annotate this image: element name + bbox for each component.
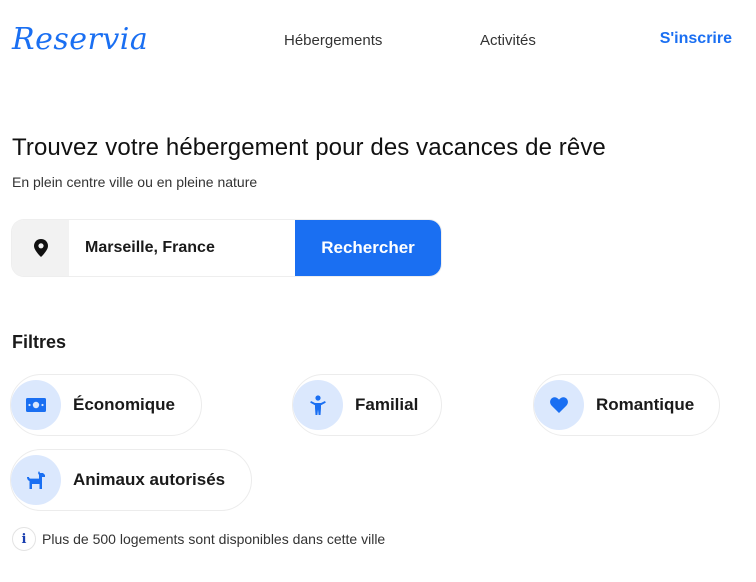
info-banner: i Plus de 500 logements sont disponibles…	[12, 527, 385, 551]
filter-chip-label: Romantique	[596, 395, 695, 414]
filter-chip-economique[interactable]: Économique	[10, 374, 202, 436]
filters-title: Filtres	[12, 332, 67, 352]
logo[interactable]: Reservia	[12, 22, 148, 57]
nav-link-activites[interactable]: Activités	[480, 32, 536, 49]
filter-chip-label: Animaux autorisés	[73, 470, 226, 489]
info-text: Plus de 500 logements sont disponibles d…	[42, 531, 386, 547]
info-icon: i	[12, 527, 36, 551]
site-header: Reservia Hébergements Activités S'inscri…	[0, 0, 756, 84]
signup-link[interactable]: S'inscrire	[660, 30, 732, 48]
nav-link-hebergements[interactable]: Hébergements	[284, 32, 382, 49]
page-subtitle: En plein centre ville ou en pleine natur…	[12, 174, 258, 190]
money-bill-icon	[11, 380, 61, 430]
search-bar: Rechercher	[12, 220, 441, 276]
dog-icon	[11, 455, 61, 505]
filter-chip-familial[interactable]: Familial	[292, 374, 442, 436]
filter-chip-label: Économique	[73, 395, 176, 414]
search-button[interactable]: Rechercher	[295, 220, 441, 276]
page-title: Trouvez votre hébergement pour des vacan…	[12, 134, 606, 161]
filter-chip-romantique[interactable]: Romantique	[533, 374, 720, 436]
heart-icon	[534, 380, 584, 430]
child-icon	[293, 380, 343, 430]
filter-chip-label: Familial	[355, 395, 419, 414]
search-input[interactable]	[69, 220, 295, 276]
map-marker-icon	[12, 220, 69, 276]
filter-chip-animaux[interactable]: Animaux autorisés	[10, 449, 252, 511]
